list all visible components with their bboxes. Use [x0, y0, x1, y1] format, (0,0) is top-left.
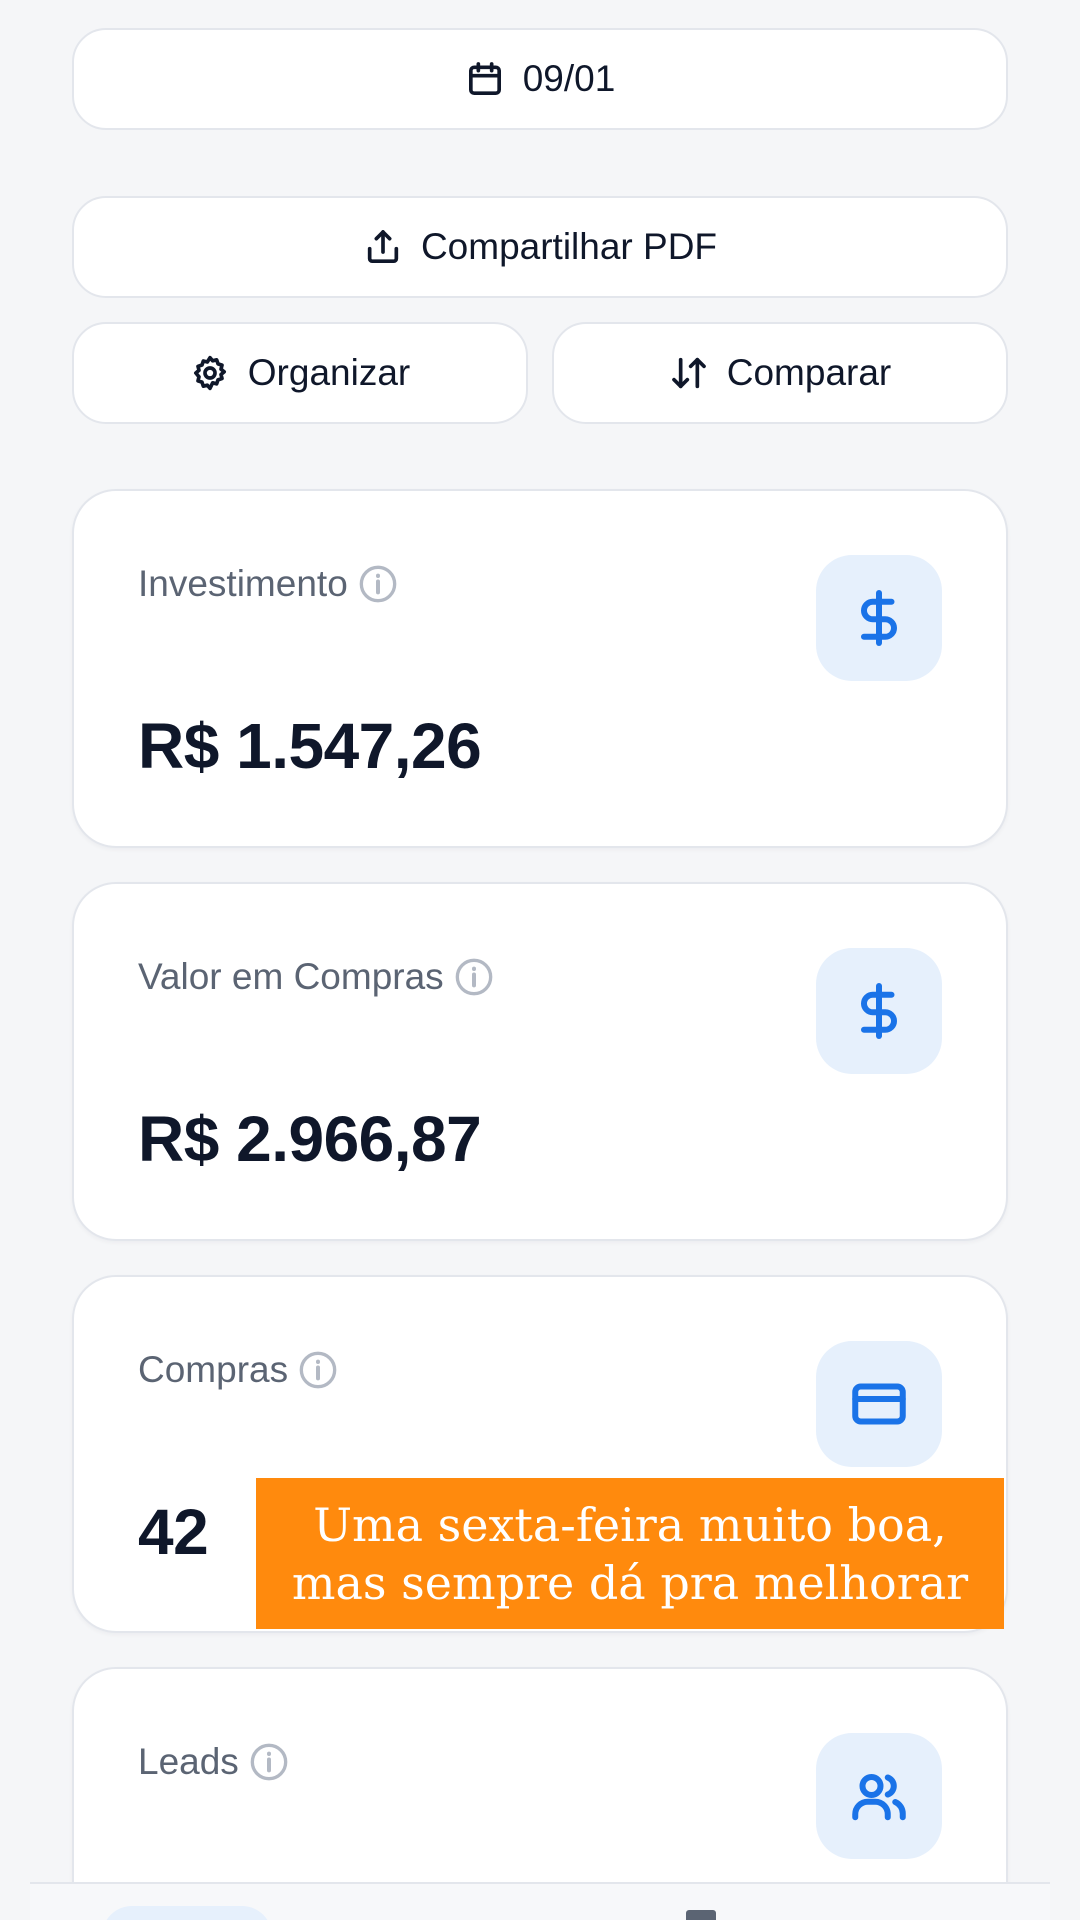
metric-card-valor-em-compras[interactable]: Valor em Compras R$ 2.966,87 — [72, 882, 1008, 1241]
calendar-icon — [468, 62, 501, 95]
info-icon[interactable] — [358, 564, 398, 604]
metric-label: Valor em Compras — [138, 956, 494, 998]
date-label: 09/01 — [522, 58, 616, 99]
date-picker-button[interactable]: 09/01 — [72, 28, 1008, 130]
metric-icon-box — [816, 1341, 942, 1467]
share-pdf-button[interactable]: Compartilhar PDF — [72, 196, 1008, 298]
dashboard-page: 09/01 Compartilhar PDF Organizar Compara… — [0, 0, 1080, 1920]
organize-label: Organizar — [247, 352, 411, 393]
bottom-navigation-bar — [30, 1882, 1050, 1920]
credit-card-icon — [852, 1383, 906, 1425]
compare-button[interactable]: Comparar — [552, 322, 1008, 424]
metric-label-text: Compras — [138, 1349, 289, 1390]
sort-arrows-icon — [671, 357, 706, 389]
metric-label-text: Valor em Compras — [138, 956, 444, 997]
gear-icon — [193, 355, 226, 391]
metric-card-investimento[interactable]: Investimento R$ 1.547,26 — [72, 489, 1008, 848]
share-pdf-label: Compartilhar PDF — [420, 226, 718, 267]
metric-value: R$ 1.547,26 — [138, 710, 482, 782]
metric-label: Investimento — [138, 563, 398, 605]
info-icon[interactable] — [298, 1350, 338, 1390]
caption-banner: Uma sexta-feira muito boa, mas sempre dá… — [256, 1478, 1004, 1629]
info-icon[interactable] — [249, 1742, 289, 1782]
metric-icon-box — [816, 948, 942, 1074]
dollar-icon — [861, 590, 897, 646]
metric-icon-box — [816, 1733, 942, 1859]
bottom-nav-icon[interactable] — [686, 1910, 716, 1920]
metric-value: 42 — [138, 1496, 209, 1568]
organize-button[interactable]: Organizar — [72, 322, 528, 424]
users-icon — [852, 1774, 906, 1821]
metric-label-text: Investimento — [138, 563, 348, 604]
bottom-nav-active-tab[interactable] — [102, 1906, 272, 1920]
metric-label: Compras — [138, 1349, 338, 1391]
compare-label: Comparar — [726, 352, 892, 393]
metric-label-text: Leads — [138, 1741, 239, 1782]
metric-label: Leads — [138, 1741, 289, 1783]
dollar-icon — [861, 983, 897, 1039]
info-icon[interactable] — [454, 957, 494, 997]
metric-icon-box — [816, 555, 942, 681]
metric-value: R$ 2.966,87 — [138, 1103, 482, 1175]
share-icon — [367, 230, 399, 263]
